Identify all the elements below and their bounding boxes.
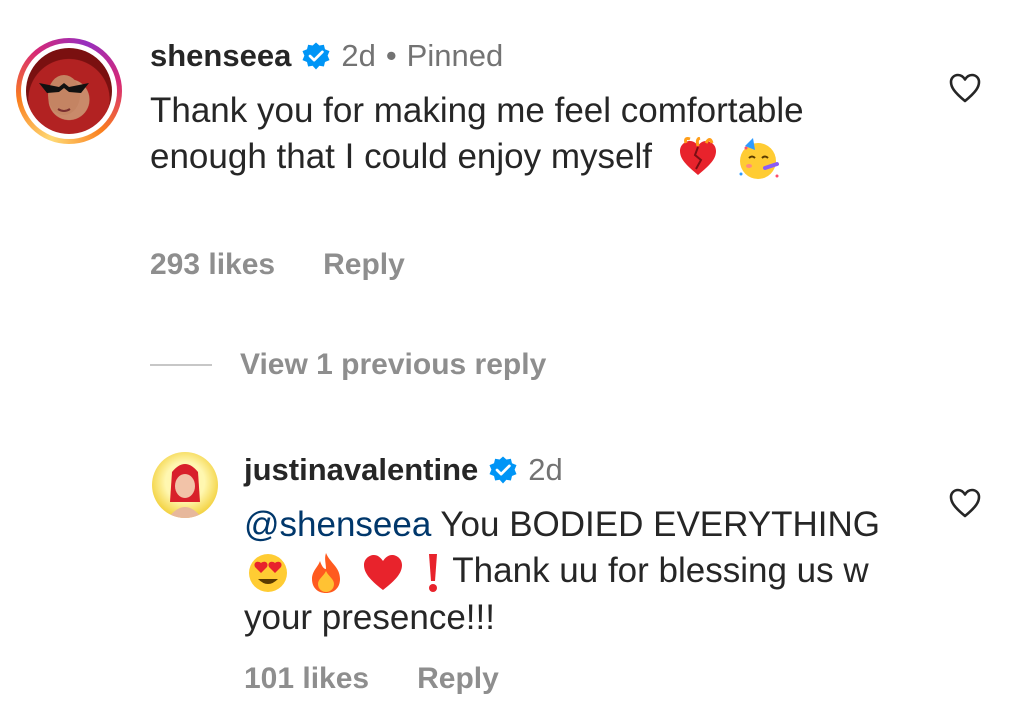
partying-face-icon: [739, 137, 780, 179]
avatar-photo: [26, 48, 112, 134]
username[interactable]: justinavalentine: [244, 452, 478, 488]
comment-text: Thank you for making me feel comfortable…: [150, 88, 910, 182]
red-heart-icon: [364, 554, 403, 590]
exclamation-icon: [429, 553, 438, 592]
reply-button[interactable]: Reply: [323, 248, 405, 282]
pinned-label: Pinned: [406, 38, 504, 73]
mention-link[interactable]: @shenseea: [244, 505, 431, 544]
verified-badge-icon: [302, 42, 330, 70]
likes-count[interactable]: 293 likes: [150, 248, 275, 282]
comment-meta: 293 likes Reply: [150, 248, 405, 282]
comment-text: @shenseea You BODIED EVERYTHING Thank uu…: [244, 502, 924, 641]
comment-meta: 101 likes Reply: [244, 662, 499, 696]
comment-text-part1: You BODIED EVERYTHING: [431, 505, 881, 544]
username[interactable]: shenseea: [150, 38, 291, 74]
separator-dot: •: [385, 38, 397, 73]
reply-button[interactable]: Reply: [417, 662, 499, 696]
timestamp: 2d: [528, 452, 563, 487]
timestamp: 2d: [341, 38, 376, 73]
view-replies-label[interactable]: View 1 previous reply: [240, 348, 546, 382]
like-heart-icon[interactable]: [948, 72, 982, 104]
mending-heart-icon: [679, 136, 716, 175]
fire-icon: [311, 552, 340, 593]
avatar-shenseea[interactable]: [16, 38, 122, 144]
likes-count[interactable]: 101 likes: [244, 662, 369, 696]
heart-eyes-icon: [249, 553, 287, 592]
avatar-justinavalentine[interactable]: [152, 452, 218, 518]
view-previous-replies[interactable]: View 1 previous reply: [150, 348, 546, 382]
like-heart-icon[interactable]: [948, 487, 982, 519]
verified-badge-icon: [489, 456, 517, 484]
comment-header: shenseea 2d • Pinned: [150, 38, 503, 74]
replies-divider-line: [150, 364, 212, 366]
comment-header: justinavalentine 2d: [244, 452, 563, 488]
